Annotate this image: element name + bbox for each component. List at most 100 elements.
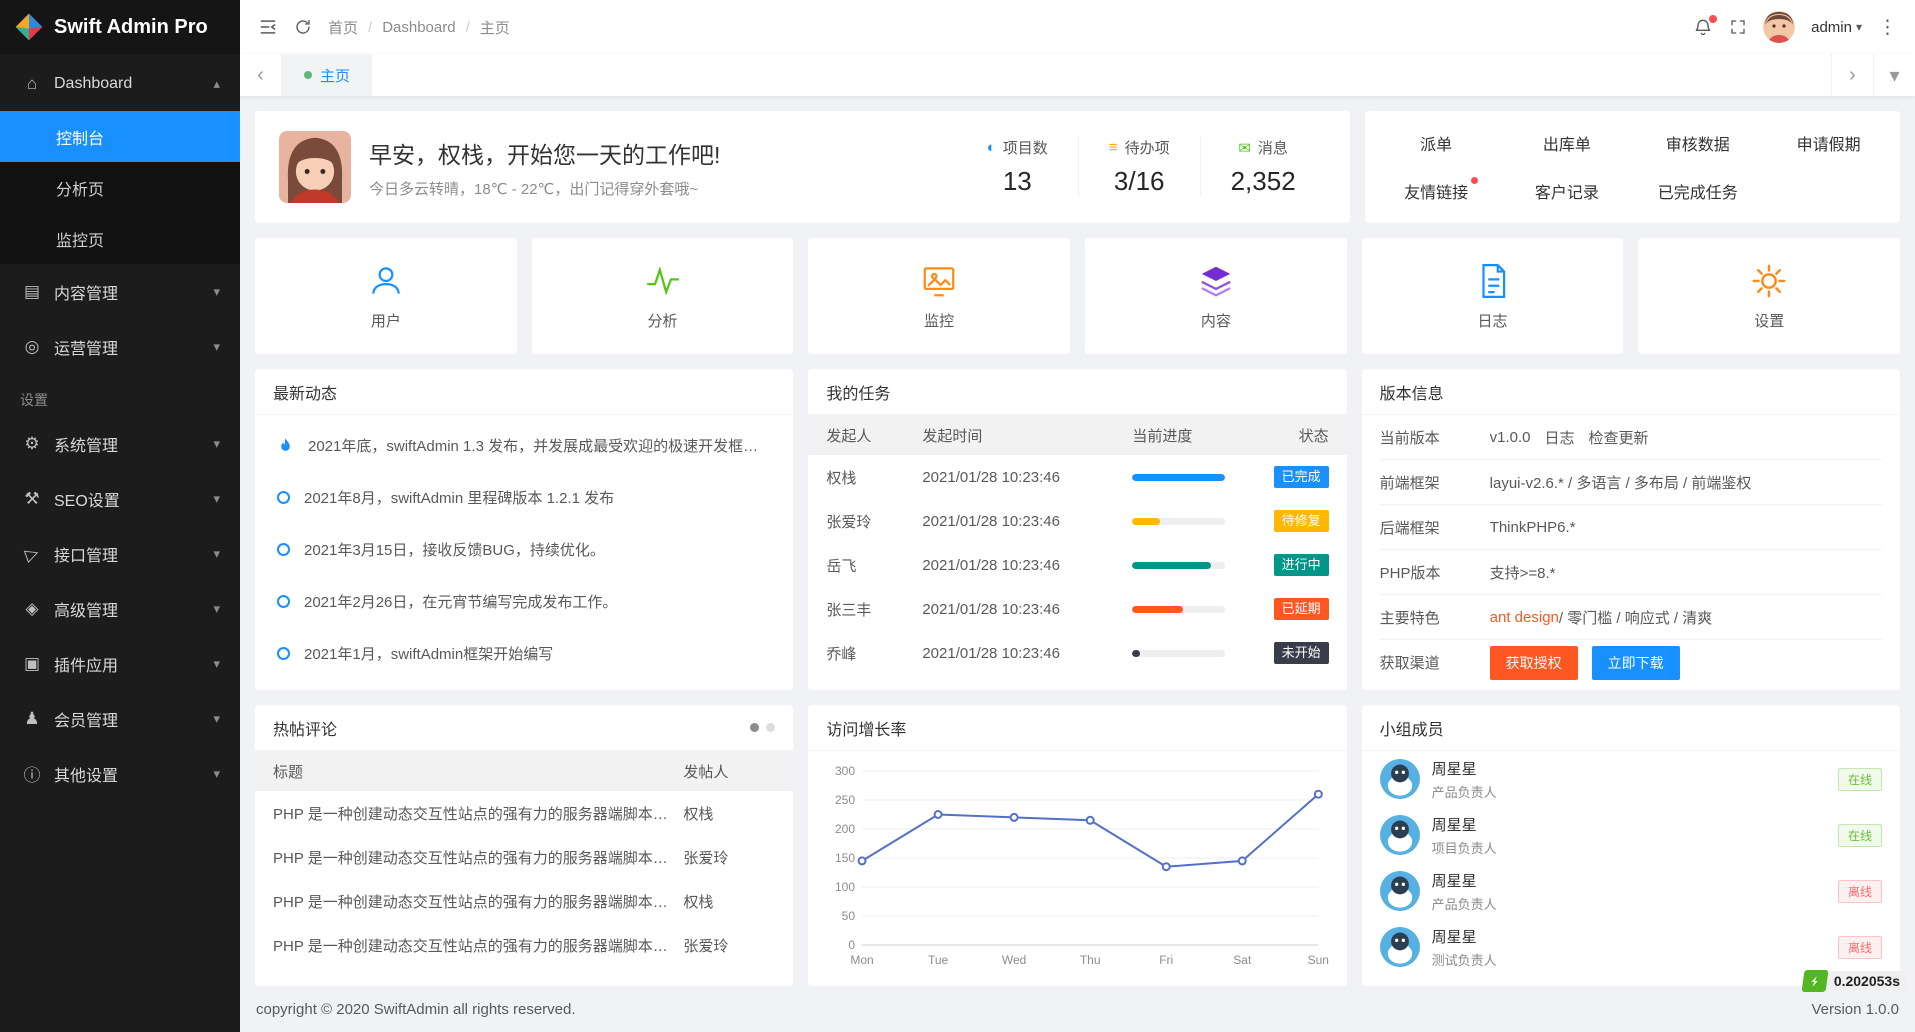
news-item: 2021年2月26日，在元宵节编写完成发布工作。 bbox=[277, 575, 771, 627]
post-title[interactable]: PHP 是一种创建动态交互性站点的强有力的服务器端脚本语言 bbox=[273, 847, 683, 868]
quick-link-outbound[interactable]: 出库单 bbox=[1543, 131, 1591, 155]
sidebar-item-label: Dashboard bbox=[54, 75, 213, 93]
download-button[interactable]: 立即下载 bbox=[1592, 646, 1680, 680]
svg-text:Sun: Sun bbox=[1308, 953, 1329, 967]
sidebar-item-label: 系统管理 bbox=[54, 432, 213, 456]
table-row[interactable]: PHP 是一种创建动态交互性站点的强有力的服务器端脚本语言 权栈 bbox=[255, 879, 793, 923]
timeline-dot-icon bbox=[277, 595, 290, 608]
check-update-link[interactable]: 检查更新 bbox=[1589, 427, 1649, 448]
table-row[interactable]: PHP 是一种创建动态交互性站点的强有力的服务器端脚本语言 权栈 bbox=[255, 791, 793, 835]
sidebar-item-system-mgmt[interactable]: ⚙ 系统管理 ▾ bbox=[0, 416, 240, 471]
svg-text:Sat: Sat bbox=[1234, 953, 1253, 967]
todo-list-icon: ≡ bbox=[1109, 139, 1118, 156]
system-gear-icon: ⚙ bbox=[20, 434, 44, 454]
greeting-avatar bbox=[279, 131, 351, 203]
stat-value: 13 bbox=[987, 166, 1048, 197]
refresh-icon[interactable] bbox=[294, 18, 312, 36]
quick-link-friend-links[interactable]: 友情链接 bbox=[1404, 179, 1468, 203]
fullscreen-icon[interactable] bbox=[1729, 18, 1747, 36]
breadcrumb-dashboard[interactable]: Dashboard bbox=[382, 19, 455, 36]
news-item: 2021年1月，swiftAdmin框架开始编写 bbox=[277, 627, 771, 679]
row-greeting: 早安，权栈，开始您一天的工作吧! 今日多云转晴，18℃ - 22℃，出门记得穿外… bbox=[255, 111, 1900, 223]
logo[interactable]: Swift Admin Pro bbox=[0, 0, 240, 54]
user-icon bbox=[367, 262, 405, 300]
sidebar-item-plugins[interactable]: ▣ 插件应用 ▾ bbox=[0, 636, 240, 691]
sidebar-item-advanced-mgmt[interactable]: ◈ 高级管理 ▾ bbox=[0, 581, 240, 636]
get-license-button[interactable]: 获取授权 bbox=[1490, 646, 1578, 680]
svg-text:150: 150 bbox=[835, 851, 855, 865]
quick-link-completed-tasks[interactable]: 已完成任务 bbox=[1658, 179, 1738, 203]
sidebar-section-settings: 设置 bbox=[0, 374, 240, 416]
stat-projects: ◐ 项目数 13 bbox=[957, 137, 1078, 197]
sidebar-item-operations-mgmt[interactable]: ◎ 运营管理 ▾ bbox=[0, 319, 240, 374]
quick-link-dispatch[interactable]: 派单 bbox=[1420, 131, 1452, 155]
carousel-dot[interactable] bbox=[766, 723, 775, 732]
shortcut-label: 分析 bbox=[648, 310, 678, 331]
sidebar-item-label: 内容管理 bbox=[54, 280, 213, 304]
quick-link-customer-records[interactable]: 客户记录 bbox=[1535, 179, 1599, 203]
table-row[interactable]: PHP 是一种创建动态交互性站点的强有力的服务器端脚本语言 张爱玲 bbox=[255, 923, 793, 967]
sidebar-item-console[interactable]: 控制台 bbox=[0, 111, 240, 162]
table-row: 后端框架 ThinkPHP6.* bbox=[1380, 505, 1882, 550]
changelog-link[interactable]: 日志 bbox=[1545, 427, 1575, 448]
tab-home[interactable]: 主页 bbox=[282, 54, 372, 96]
table-row: 前端框架 layui-v2.6.* / 多语言 / 多布局 / 前端鉴权 bbox=[1380, 460, 1882, 505]
carousel-dot[interactable] bbox=[750, 723, 759, 732]
quick-link-leave-request[interactable]: 申请假期 bbox=[1797, 131, 1861, 155]
news-text: 2021年8月，swiftAdmin 里程碑版本 1.2.1 发布 bbox=[304, 487, 614, 508]
shortcut-card-users[interactable]: 用户 bbox=[255, 238, 517, 354]
notifications-bell-icon[interactable] bbox=[1693, 17, 1713, 37]
sidebar-item-seo-settings[interactable]: ⚒ SEO设置 ▾ bbox=[0, 471, 240, 526]
user-menu[interactable]: admin ▾ bbox=[1811, 19, 1862, 36]
app-title: Swift Admin Pro bbox=[54, 16, 208, 39]
tabs-scroll-left-button[interactable]: ‹ bbox=[240, 54, 282, 96]
table-row[interactable]: PHP 是一种创建动态交互性站点的强有力的服务器端脚本语言 张爱玲 bbox=[255, 835, 793, 879]
sidebar-menu: ⌂ Dashboard ▴ 控制台 分析页 监控页 ▤ 内容管理 ▾ ◎ 运营管… bbox=[0, 54, 240, 1032]
news-item: 2021年底，swiftAdmin 1.3 发布，并发展成最受欢迎的极速开发框架… bbox=[277, 419, 771, 471]
chevron-down-icon: ▾ bbox=[213, 284, 220, 300]
sidebar-item-monitor-page[interactable]: 监控页 bbox=[0, 213, 240, 264]
dashboard-submenu: 控制台 分析页 监控页 bbox=[0, 111, 240, 264]
sidebar-item-label: 其他设置 bbox=[54, 762, 213, 786]
post-title[interactable]: PHP 是一种创建动态交互性站点的强有力的服务器端脚本语言 bbox=[273, 803, 683, 824]
version-label: 当前版本 bbox=[1380, 427, 1490, 448]
task-time: 2021/01/28 10:23:46 bbox=[922, 601, 1132, 618]
sidebar-item-content-mgmt[interactable]: ▤ 内容管理 ▾ bbox=[0, 264, 240, 319]
sidebar-item-dashboard[interactable]: ⌂ Dashboard ▴ bbox=[0, 56, 240, 111]
greeting-subtitle: 今日多云转晴，18℃ - 22℃，出门记得穿外套哦~ bbox=[369, 178, 720, 199]
tabs-menu-button[interactable]: ▾ bbox=[1873, 54, 1915, 96]
news-text: 2021年2月26日，在元宵节编写完成发布工作。 bbox=[304, 591, 617, 612]
content-layers-icon bbox=[1197, 262, 1235, 300]
user-avatar[interactable] bbox=[1763, 11, 1795, 43]
status-badge: 未开始 bbox=[1274, 642, 1329, 664]
stat-todos: ≡ 待办项 3/16 bbox=[1078, 137, 1200, 197]
breadcrumb-home[interactable]: 首页 bbox=[328, 17, 358, 38]
post-title[interactable]: PHP 是一种创建动态交互性站点的强有力的服务器端脚本语言 bbox=[273, 935, 683, 956]
tabs-scroll-right-button[interactable]: › bbox=[1831, 54, 1873, 96]
col-header: 状态 bbox=[1233, 425, 1329, 446]
backend-framework-value: ThinkPHP6.* bbox=[1490, 519, 1576, 536]
shortcut-card-logs[interactable]: 日志 bbox=[1362, 238, 1624, 354]
shortcut-card-content[interactable]: 内容 bbox=[1085, 238, 1347, 354]
chevron-down-icon: ▾ bbox=[213, 491, 220, 507]
sidebar-collapse-icon[interactable] bbox=[258, 17, 278, 37]
version-label: 后端框架 bbox=[1380, 517, 1490, 538]
post-author: 权栈 bbox=[683, 803, 775, 824]
sidebar-item-api-mgmt[interactable]: ▷ 接口管理 ▾ bbox=[0, 526, 240, 581]
shortcut-card-analysis[interactable]: 分析 bbox=[532, 238, 794, 354]
members-card-title: 小组成员 bbox=[1380, 716, 1444, 740]
shortcut-card-settings[interactable]: 设置 bbox=[1638, 238, 1900, 354]
sidebar-item-other-settings[interactable]: ⓘ 其他设置 ▾ bbox=[0, 746, 240, 801]
sidebar-item-analysis-page[interactable]: 分析页 bbox=[0, 162, 240, 213]
shortcut-card-monitor[interactable]: 监控 bbox=[808, 238, 1070, 354]
stat-messages: ✉ 消息 2,352 bbox=[1200, 137, 1326, 197]
sidebar-item-members-mgmt[interactable]: ♟ 会员管理 ▾ bbox=[0, 691, 240, 746]
post-title[interactable]: PHP 是一种创建动态交互性站点的强有力的服务器端脚本语言 bbox=[273, 891, 683, 912]
task-initiator: 张爱玲 bbox=[826, 511, 922, 532]
quick-link-audit-data[interactable]: 审核数据 bbox=[1666, 131, 1730, 155]
more-options-icon[interactable]: ⋮ bbox=[1878, 16, 1897, 39]
tasks-table-header: 发起人 发起时间 当前进度 状态 bbox=[808, 415, 1346, 455]
feature-highlight: ant design bbox=[1490, 609, 1559, 626]
chevron-down-icon: ▾ bbox=[1856, 20, 1862, 34]
sidebar-item-label: 插件应用 bbox=[54, 652, 213, 676]
